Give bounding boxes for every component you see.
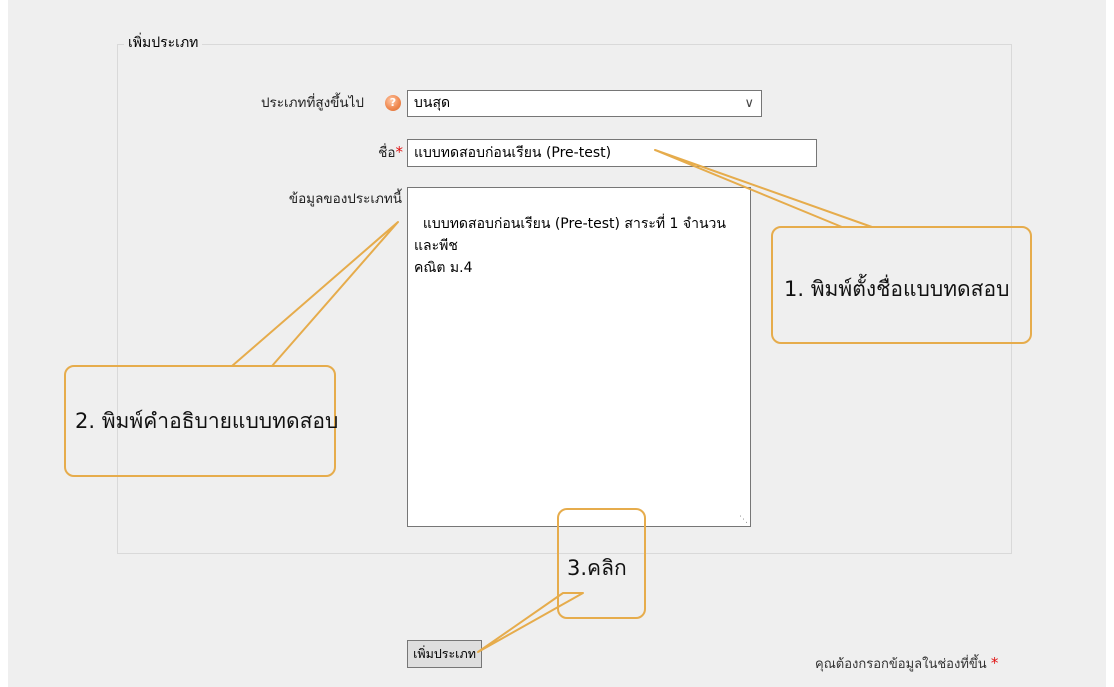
callout-step1-text: 1. พิมพ์ตั้งชื่อแบบทดสอบ — [784, 277, 1010, 301]
callout-step2-leader — [231, 221, 399, 367]
callout-step2-text: 2. พิมพ์คำอธิบายแบบทดสอบ — [75, 409, 339, 433]
callout-step3-text: 3.คลิก — [567, 556, 627, 580]
callout-step1-leader — [654, 149, 873, 228]
